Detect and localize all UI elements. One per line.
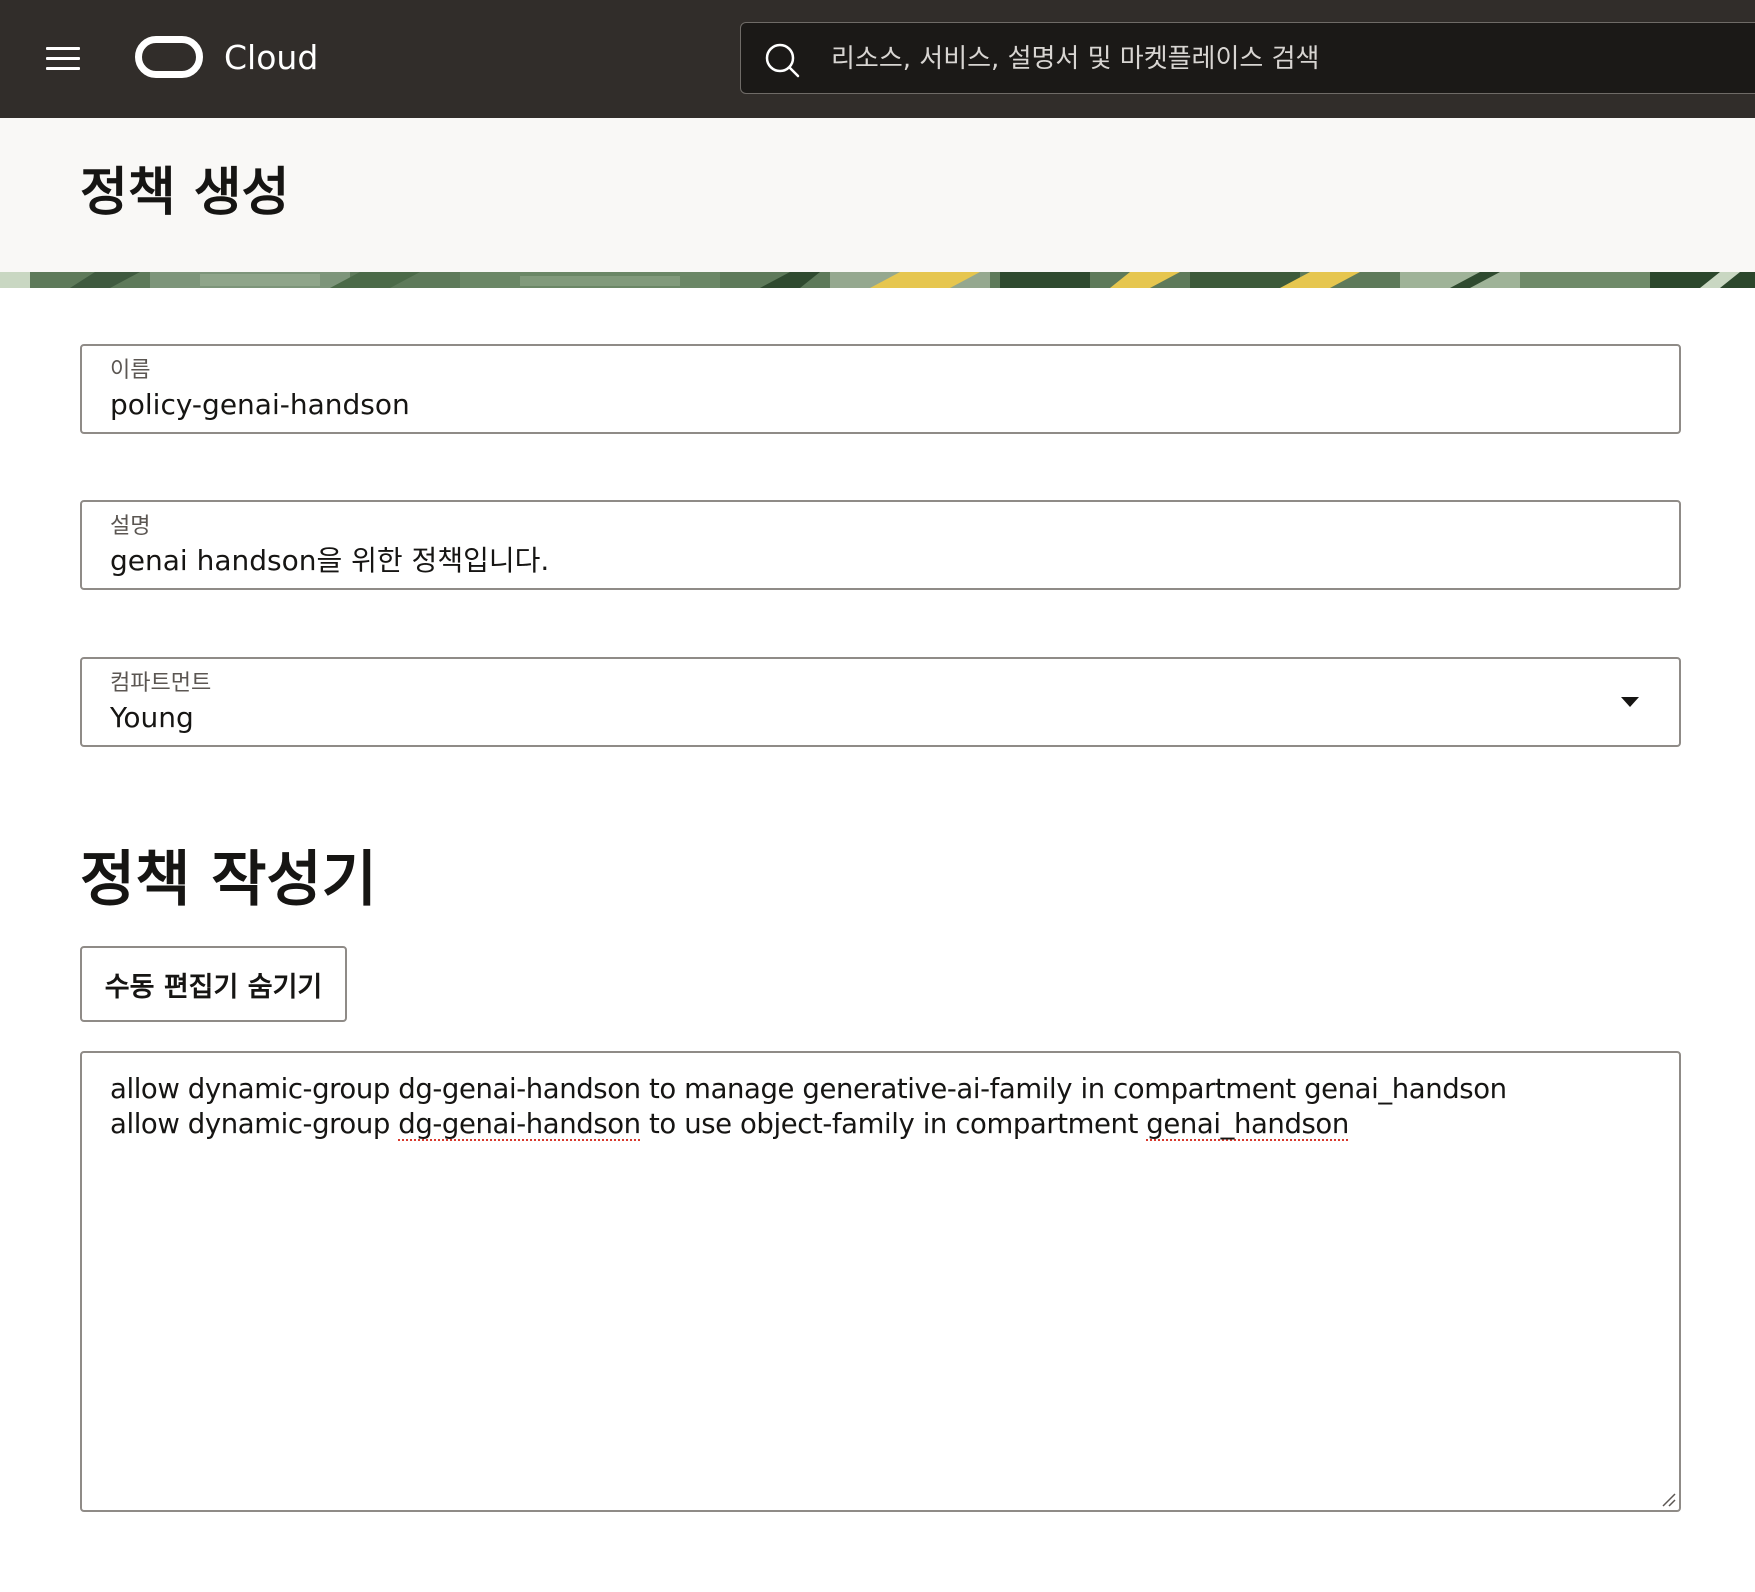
spellcheck-flagged-word: genai_handson bbox=[1146, 1108, 1349, 1140]
spellcheck-flagged-word: dg-genai-handson bbox=[398, 1108, 641, 1140]
oracle-logo[interactable] bbox=[135, 36, 203, 78]
page-title: 정책 생성 bbox=[80, 163, 290, 223]
hide-manual-editor-button[interactable]: 수동 편집기 숨기기 bbox=[80, 946, 347, 1022]
resize-handle-icon[interactable] bbox=[1659, 1490, 1677, 1508]
decorative-banner bbox=[0, 272, 1755, 288]
policy-builder-title: 정책 작성기 bbox=[80, 845, 377, 915]
policy-statement-line: allow dynamic-group dg-genai-handson to … bbox=[110, 1073, 1507, 1105]
compartment-value[interactable]: Young bbox=[110, 699, 194, 737]
top-navigation-bar: Cloud 리소스, 서비스, 설명서 및 마켓플레이스 검색 bbox=[0, 0, 1755, 118]
compartment-select[interactable]: 컴파트먼트 Young bbox=[80, 657, 1681, 747]
policy-statement-editor[interactable]: allow dynamic-group dg-genai-handson to … bbox=[80, 1051, 1681, 1512]
description-label: 설명 bbox=[110, 514, 151, 539]
description-input[interactable]: genai handson을 위한 정책입니다. bbox=[110, 542, 549, 580]
brand-name[interactable]: Cloud bbox=[224, 36, 318, 80]
page-header: 정책 생성 bbox=[0, 118, 1755, 272]
statement-text: allow dynamic-group bbox=[110, 1108, 399, 1140]
compartment-label: 컴파트먼트 bbox=[110, 671, 212, 696]
policy-statement-line: allow dynamic-group dg-genai-handson to … bbox=[110, 1106, 1349, 1142]
menu-icon[interactable] bbox=[44, 44, 84, 74]
name-input[interactable]: policy-genai-handson bbox=[110, 386, 410, 424]
chevron-down-icon[interactable] bbox=[1621, 697, 1639, 707]
statement-text: to use object-family in compartment bbox=[640, 1108, 1147, 1140]
name-label: 이름 bbox=[110, 358, 151, 383]
name-field[interactable]: 이름 policy-genai-handson bbox=[80, 344, 1681, 434]
search-icon bbox=[765, 43, 800, 78]
search-input[interactable]: 리소스, 서비스, 설명서 및 마켓플레이스 검색 bbox=[831, 41, 1319, 77]
description-field[interactable]: 설명 genai handson을 위한 정책입니다. bbox=[80, 500, 1681, 590]
search-bar[interactable]: 리소스, 서비스, 설명서 및 마켓플레이스 검색 bbox=[740, 22, 1755, 94]
